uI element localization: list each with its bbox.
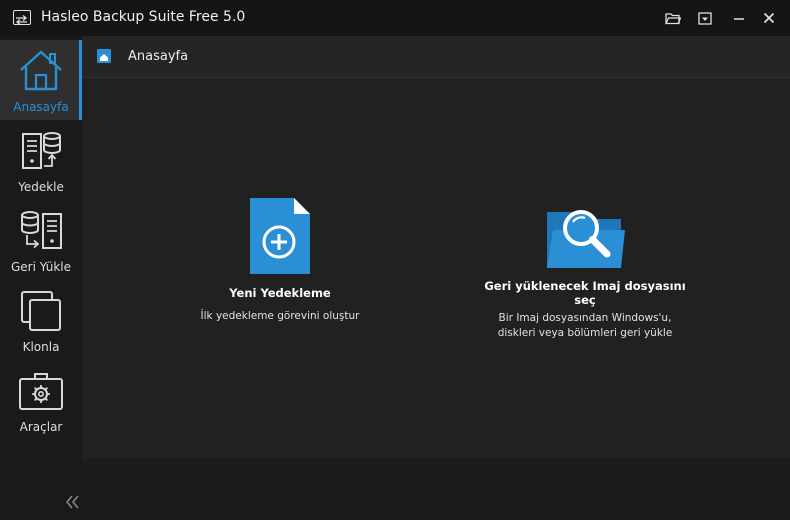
- new-backup-icon: [250, 198, 310, 274]
- sidebar: Anasayfa Yedekle Geri Yükle Klonla Araçl…: [0, 36, 82, 520]
- toolbox-icon: [19, 373, 63, 410]
- menu-dropdown-icon: [698, 11, 712, 25]
- home-icon: [20, 50, 62, 91]
- sidebar-item-tools[interactable]: Araçlar: [0, 360, 82, 440]
- title-bar: Hasleo Backup Suite Free 5.0: [0, 0, 790, 36]
- folder-search-icon: [547, 210, 625, 268]
- sidebar-item-label: Klonla: [22, 340, 60, 354]
- minimize-icon: [734, 18, 744, 20]
- close-icon: [763, 12, 775, 24]
- bottom-area: [82, 458, 790, 520]
- page-title: Anasayfa: [128, 49, 189, 64]
- sidebar-item-label: Geri Yükle: [11, 260, 71, 274]
- backup-icon: [22, 132, 61, 169]
- card-description: İlk yedekleme görevini oluştur: [200, 310, 360, 322]
- main-content: Yeni Yedekleme İlk yedekleme görevini ol…: [82, 78, 790, 458]
- sidebar-item-label: Anasayfa: [13, 100, 69, 114]
- sidebar-item-home[interactable]: Anasayfa: [0, 40, 82, 120]
- sidebar-item-restore[interactable]: Geri Yükle: [0, 200, 82, 280]
- collapse-sidebar-button[interactable]: [64, 493, 80, 511]
- menu-dropdown-button[interactable]: [695, 8, 715, 28]
- card-title: Geri yüklenecek Imaj dosyasını seç: [484, 279, 686, 307]
- card-description: Bir Imaj dosyasından Windows'u, diskleri…: [497, 312, 673, 339]
- restore-icon: [21, 211, 62, 249]
- window-title: Hasleo Backup Suite Free 5.0: [41, 9, 246, 25]
- app-logo-icon: [13, 10, 31, 25]
- sidebar-item-label: Yedekle: [18, 180, 64, 194]
- swap-arrows-icon: [15, 15, 28, 25]
- breadcrumb: Anasayfa: [82, 36, 790, 78]
- open-folder-button[interactable]: [663, 8, 683, 28]
- new-backup-card[interactable]: Yeni Yedekleme İlk yedekleme görevini ol…: [180, 196, 380, 324]
- sidebar-item-clone[interactable]: Klonla: [0, 280, 82, 360]
- sidebar-item-label: Araçlar: [19, 420, 63, 434]
- card-title: Yeni Yedekleme: [229, 286, 331, 300]
- close-button[interactable]: [759, 8, 779, 28]
- select-image-card[interactable]: Geri yüklenecek Imaj dosyasını seç Bir I…: [480, 204, 690, 341]
- clone-icon: [21, 291, 61, 331]
- double-chevron-left-icon: [66, 495, 79, 509]
- minimize-button[interactable]: [729, 8, 749, 28]
- open-folder-icon: [665, 12, 681, 24]
- home-icon: [97, 49, 111, 63]
- sidebar-item-backup[interactable]: Yedekle: [0, 120, 82, 200]
